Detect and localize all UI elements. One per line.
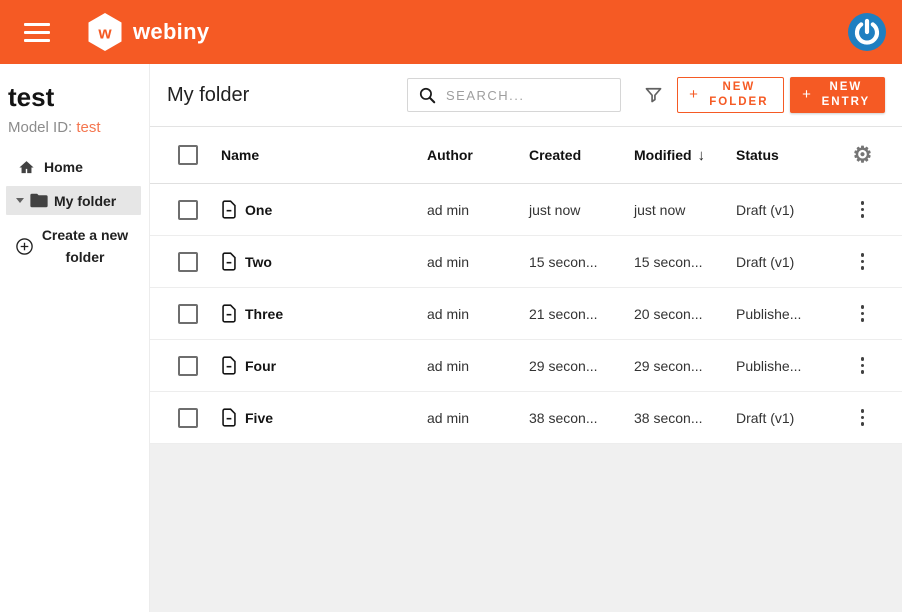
select-all-checkbox[interactable] bbox=[178, 145, 198, 165]
entry-name[interactable]: Two bbox=[245, 254, 272, 270]
sort-descending-icon: ↓ bbox=[698, 147, 706, 164]
new-folder-label: NEW FOLDER bbox=[706, 80, 772, 110]
row-menu-kebab-icon[interactable] bbox=[857, 197, 869, 222]
filter-button[interactable] bbox=[643, 85, 664, 105]
entry-modified: just now bbox=[629, 202, 731, 218]
menu-icon[interactable] bbox=[24, 23, 50, 42]
table-header-row: Name Author Created Modified ↓ Status ⚙ bbox=[150, 127, 902, 184]
svg-text:w: w bbox=[97, 24, 112, 43]
table-row[interactable]: Five ad min 38 secon... 38 secon... Draf… bbox=[150, 392, 902, 444]
plus-circle-icon bbox=[15, 237, 34, 256]
row-checkbox[interactable] bbox=[178, 252, 198, 272]
entry-created: 21 secon... bbox=[525, 306, 629, 322]
entry-created: 29 secon... bbox=[525, 358, 629, 374]
empty-area bbox=[150, 444, 902, 612]
plus-icon: + bbox=[689, 85, 698, 105]
entry-name[interactable]: One bbox=[245, 202, 272, 218]
entry-created: 15 secon... bbox=[525, 254, 629, 270]
entry-status: Publishe... bbox=[731, 306, 837, 322]
sidebar-item-my-folder[interactable]: My folder bbox=[6, 186, 141, 215]
page-title: My folder bbox=[167, 84, 249, 107]
entry-author: ad min bbox=[419, 202, 525, 218]
row-menu-kebab-icon[interactable] bbox=[857, 405, 869, 430]
row-menu-kebab-icon[interactable] bbox=[857, 249, 869, 274]
table-row[interactable]: Three ad min 21 secon... 20 secon... Pub… bbox=[150, 288, 902, 340]
sidebar-item-label: My folder bbox=[54, 193, 116, 209]
entry-created: 38 secon... bbox=[525, 410, 629, 426]
entry-modified: 20 secon... bbox=[629, 306, 731, 322]
column-header-modified[interactable]: Modified ↓ bbox=[629, 147, 731, 164]
entry-name[interactable]: Five bbox=[245, 410, 273, 426]
document-icon bbox=[221, 356, 237, 375]
brand-name: webiny bbox=[133, 19, 209, 45]
document-icon bbox=[221, 304, 237, 323]
entry-modified: 38 secon... bbox=[629, 410, 731, 426]
entry-author: ad min bbox=[419, 358, 525, 374]
entry-author: ad min bbox=[419, 306, 525, 322]
column-header-author[interactable]: Author bbox=[419, 147, 525, 163]
create-new-folder-button[interactable]: Create a new folder bbox=[0, 225, 149, 268]
row-menu-kebab-icon[interactable] bbox=[857, 353, 869, 378]
sidebar: test Model ID: test Home My folder bbox=[0, 64, 150, 612]
column-header-created[interactable]: Created bbox=[525, 147, 629, 163]
webiny-logo: w webiny bbox=[86, 12, 209, 52]
table-row[interactable]: Four ad min 29 secon... 29 secon... Publ… bbox=[150, 340, 902, 392]
sidebar-item-label: Home bbox=[44, 159, 83, 175]
entry-status: Draft (v1) bbox=[731, 202, 837, 218]
model-id-label: Model ID: bbox=[8, 119, 72, 136]
entry-status: Draft (v1) bbox=[731, 254, 837, 270]
funnel-icon bbox=[643, 85, 664, 105]
entry-status: Draft (v1) bbox=[731, 410, 837, 426]
entry-modified: 15 secon... bbox=[629, 254, 731, 270]
folder-icon bbox=[30, 193, 48, 208]
entry-status: Publishe... bbox=[731, 358, 837, 374]
entry-modified: 29 secon... bbox=[629, 358, 731, 374]
new-entry-label: NEW ENTRY bbox=[819, 80, 873, 110]
new-entry-button[interactable]: + NEW ENTRY bbox=[790, 77, 885, 113]
row-checkbox[interactable] bbox=[178, 408, 198, 428]
column-header-modified-label: Modified bbox=[634, 147, 692, 163]
table-settings-gear-icon[interactable]: ⚙ bbox=[853, 144, 873, 166]
table-row[interactable]: Two ad min 15 secon... 15 secon... Draft… bbox=[150, 236, 902, 288]
model-name: test bbox=[0, 64, 149, 113]
row-checkbox[interactable] bbox=[178, 304, 198, 324]
entry-name[interactable]: Four bbox=[245, 358, 276, 374]
top-app-bar: w webiny bbox=[0, 0, 902, 64]
column-header-status[interactable]: Status bbox=[731, 147, 837, 163]
row-checkbox[interactable] bbox=[178, 356, 198, 376]
row-checkbox[interactable] bbox=[178, 200, 198, 220]
chevron-down-icon[interactable] bbox=[16, 198, 24, 203]
model-id-value: test bbox=[76, 119, 100, 136]
new-folder-button[interactable]: + NEW FOLDER bbox=[677, 77, 784, 113]
entry-name[interactable]: Three bbox=[245, 306, 283, 322]
entry-author: ad min bbox=[419, 410, 525, 426]
column-header-name[interactable]: Name bbox=[207, 147, 419, 163]
table-row[interactable]: One ad min just now just now Draft (v1) bbox=[150, 184, 902, 236]
document-icon bbox=[221, 408, 237, 427]
search-icon bbox=[418, 86, 437, 105]
plus-icon: + bbox=[802, 85, 811, 105]
search-box[interactable] bbox=[407, 78, 621, 112]
document-icon bbox=[221, 200, 237, 219]
home-icon bbox=[18, 159, 35, 176]
content-header: My folder + NEW FOLDER bbox=[150, 64, 902, 127]
user-avatar[interactable] bbox=[848, 13, 886, 51]
entry-author: ad min bbox=[419, 254, 525, 270]
document-icon bbox=[221, 252, 237, 271]
model-id: Model ID: test bbox=[0, 113, 149, 152]
main-content: My folder + NEW FOLDER bbox=[150, 64, 902, 612]
create-new-folder-label: Create a new folder bbox=[39, 225, 131, 268]
entry-created: just now bbox=[525, 202, 629, 218]
search-input[interactable] bbox=[446, 88, 610, 103]
row-menu-kebab-icon[interactable] bbox=[857, 301, 869, 326]
webiny-hexagon-icon: w bbox=[86, 12, 124, 52]
sidebar-item-home[interactable]: Home bbox=[0, 152, 149, 182]
